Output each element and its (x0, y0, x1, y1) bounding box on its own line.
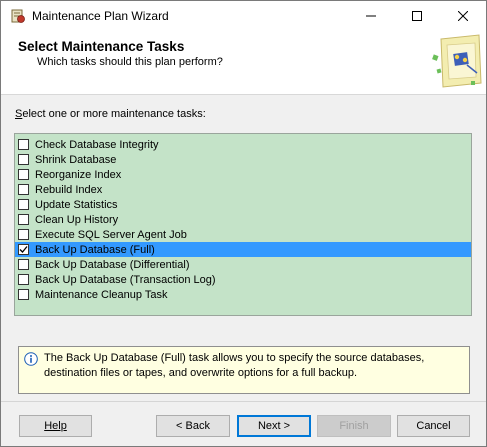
task-item[interactable]: Back Up Database (Full) (15, 242, 471, 257)
task-item[interactable]: Check Database Integrity (15, 137, 471, 152)
maintenance-task-list[interactable]: Check Database Integrity Shrink Database R… (14, 133, 472, 316)
tasks-prompt-label: Select one or more maintenance tasks: (15, 108, 206, 120)
task-item[interactable]: Update Statistics (15, 197, 471, 212)
minimize-button[interactable] (348, 1, 394, 31)
task-label: Shrink Database (35, 153, 117, 166)
title-bar[interactable]: Maintenance Plan Wizard (1, 1, 486, 31)
task-item[interactable]: Maintenance Cleanup Task (15, 287, 471, 302)
task-label: Update Statistics (35, 198, 118, 211)
wizard-app-icon (10, 8, 26, 24)
task-item[interactable]: Shrink Database (15, 152, 471, 167)
wizard-window: Maintenance Plan Wizard Select Maintenan… (0, 0, 487, 447)
task-label: Back Up Database (Full) (35, 243, 155, 256)
next-button[interactable]: Next > (237, 415, 311, 437)
maximize-icon (412, 11, 422, 21)
task-checkbox[interactable] (18, 184, 29, 195)
task-item[interactable]: Back Up Database (Transaction Log) (15, 272, 471, 287)
task-checkbox[interactable] (18, 199, 29, 210)
task-label: Back Up Database (Differential) (35, 258, 190, 271)
page-subtitle: Which tasks should this plan perform? (37, 56, 223, 68)
back-button[interactable]: < Back (156, 415, 230, 437)
checkmark-icon (19, 246, 28, 253)
task-item[interactable]: Rebuild Index (15, 182, 471, 197)
help-accelerator: Help (44, 420, 67, 432)
task-checkbox[interactable] (18, 244, 29, 255)
window-title: Maintenance Plan Wizard (32, 9, 169, 23)
help-button[interactable]: Help (19, 415, 92, 437)
wizard-header: Select Maintenance Tasks Which tasks sho… (1, 31, 486, 95)
task-label: Rebuild Index (35, 183, 103, 196)
task-checkbox[interactable] (18, 259, 29, 270)
maximize-button[interactable] (394, 1, 440, 31)
task-label: Back Up Database (Transaction Log) (35, 273, 216, 286)
page-title: Select Maintenance Tasks (18, 39, 185, 54)
task-checkbox[interactable] (18, 154, 29, 165)
task-checkbox[interactable] (18, 274, 29, 285)
close-icon (458, 11, 468, 21)
task-checkbox[interactable] (18, 214, 29, 225)
task-checkbox[interactable] (18, 229, 29, 240)
task-checkbox[interactable] (18, 169, 29, 180)
minimize-icon (366, 15, 376, 17)
task-label: Check Database Integrity (35, 138, 159, 151)
task-item[interactable]: Back Up Database (Differential) (15, 257, 471, 272)
info-icon (24, 352, 38, 366)
task-item[interactable]: Execute SQL Server Agent Job (15, 227, 471, 242)
task-item[interactable]: Clean Up History (15, 212, 471, 227)
task-description-text: The Back Up Database (Full) task allows … (44, 352, 425, 379)
task-item[interactable]: Reorganize Index (15, 167, 471, 182)
task-label: Maintenance Cleanup Task (35, 288, 168, 301)
footer-divider (1, 401, 486, 402)
task-checkbox[interactable] (18, 139, 29, 150)
task-description-box: The Back Up Database (Full) task allows … (18, 346, 470, 394)
wizard-banner-icon (427, 33, 485, 91)
task-label: Clean Up History (35, 213, 119, 226)
close-button[interactable] (440, 1, 486, 31)
finish-button[interactable]: Finish (317, 415, 391, 437)
task-checkbox[interactable] (18, 289, 29, 300)
task-label: Execute SQL Server Agent Job (35, 228, 187, 241)
task-label: Reorganize Index (35, 168, 122, 181)
prompt-text: elect one or more maintenance tasks: (22, 108, 206, 120)
cancel-button[interactable]: Cancel (397, 415, 470, 437)
